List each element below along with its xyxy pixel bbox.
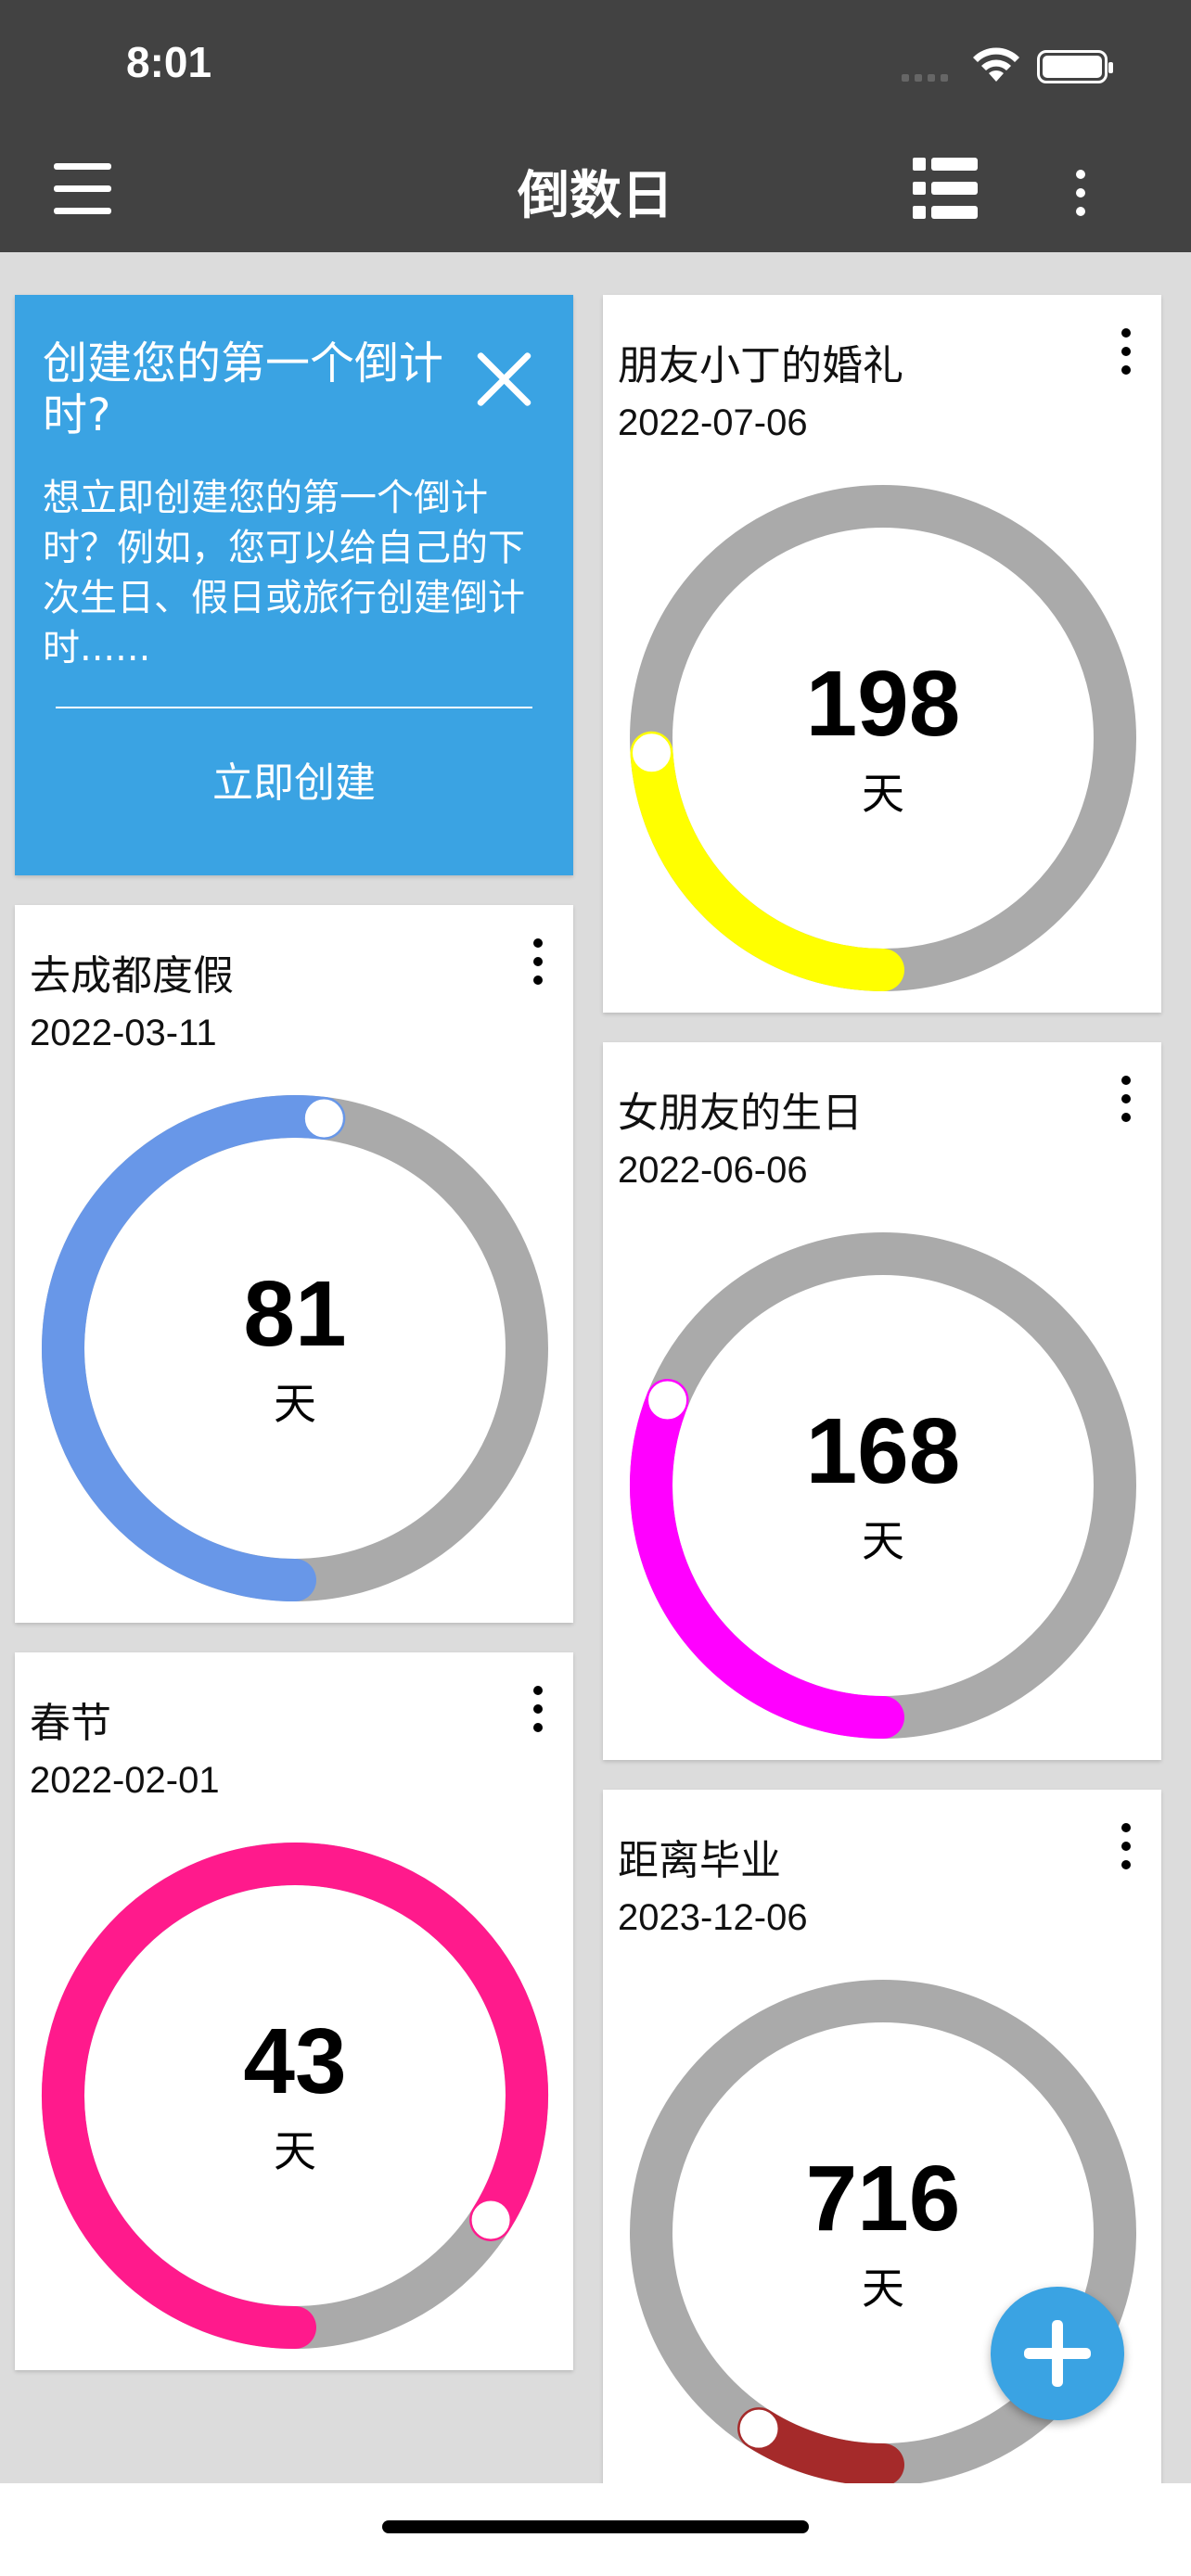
promo-body: 想立即创建您的第一个倒计时？例如，您可以给自己的下次生日、假日或旅行创建倒计时.… xyxy=(43,477,525,670)
days-remaining: 81 xyxy=(243,1262,347,1366)
days-remaining: 168 xyxy=(805,1399,961,1503)
card-more-icon[interactable] xyxy=(1117,1076,1135,1122)
battery-icon xyxy=(1037,50,1113,83)
home-indicator[interactable] xyxy=(382,2520,809,2533)
status-time: 8:01 xyxy=(126,38,212,86)
add-countdown-button[interactable] xyxy=(991,2287,1124,2420)
days-remaining: 198 xyxy=(805,652,961,756)
card-date: 2022-06-06 xyxy=(618,1150,808,1191)
card-date: 2022-07-06 xyxy=(618,402,808,443)
more-options-button[interactable] xyxy=(1071,170,1090,216)
card-more-icon[interactable] xyxy=(1117,328,1135,375)
countdown-card[interactable]: 春节 2022-02-01 43 天 xyxy=(15,1652,573,2370)
card-title: 女朋友的生日 xyxy=(618,1090,863,1137)
close-icon[interactable] xyxy=(471,347,536,412)
cellular-signal-icon xyxy=(902,74,948,82)
days-unit: 天 xyxy=(862,769,904,819)
ring-progress-knob xyxy=(738,2408,779,2449)
card-more-icon[interactable] xyxy=(529,938,547,985)
countdown-card[interactable]: 朋友小丁的婚礼 2022-07-06 198 天 xyxy=(603,295,1161,1013)
days-unit: 天 xyxy=(274,1379,316,1429)
card-more-icon[interactable] xyxy=(529,1686,547,1732)
promo-divider xyxy=(56,707,532,708)
create-now-button[interactable]: 立即创建 xyxy=(15,749,573,809)
days-unit: 天 xyxy=(274,2126,316,2176)
card-title: 去成都度假 xyxy=(30,952,234,1000)
promo-title: 创建您的第一个倒计时? xyxy=(43,338,444,441)
card-title: 春节 xyxy=(30,1700,111,1747)
card-date: 2022-03-11 xyxy=(30,1013,217,1053)
countdown-card[interactable]: 去成都度假 2022-03-11 81 天 xyxy=(15,905,573,1623)
home-indicator-area xyxy=(0,2483,1191,2576)
days-unit: 天 xyxy=(862,1516,904,1566)
card-title: 朋友小丁的婚礼 xyxy=(618,342,903,389)
ring-progress-knob xyxy=(303,1098,344,1139)
card-date: 2022-02-01 xyxy=(30,1760,220,1801)
card-date: 2023-12-06 xyxy=(618,1897,808,1938)
countdown-card[interactable]: 女朋友的生日 2022-06-06 168 天 xyxy=(603,1042,1161,1760)
card-title: 距离毕业 xyxy=(618,1837,781,1884)
create-first-countdown-card: 创建您的第一个倒计时? 想立即创建您的第一个倒计时？例如，您可以给自己的下次生日… xyxy=(15,295,573,875)
wifi-icon xyxy=(973,47,1019,82)
list-view-button[interactable] xyxy=(913,158,978,219)
ring-progress-knob xyxy=(470,2200,511,2240)
page-title: 倒数日 xyxy=(518,166,673,226)
days-remaining: 43 xyxy=(243,2009,347,2113)
days-remaining: 716 xyxy=(805,2147,961,2251)
card-more-icon[interactable] xyxy=(1117,1823,1135,1869)
app-header: 8:01 倒数日 xyxy=(0,0,1191,252)
